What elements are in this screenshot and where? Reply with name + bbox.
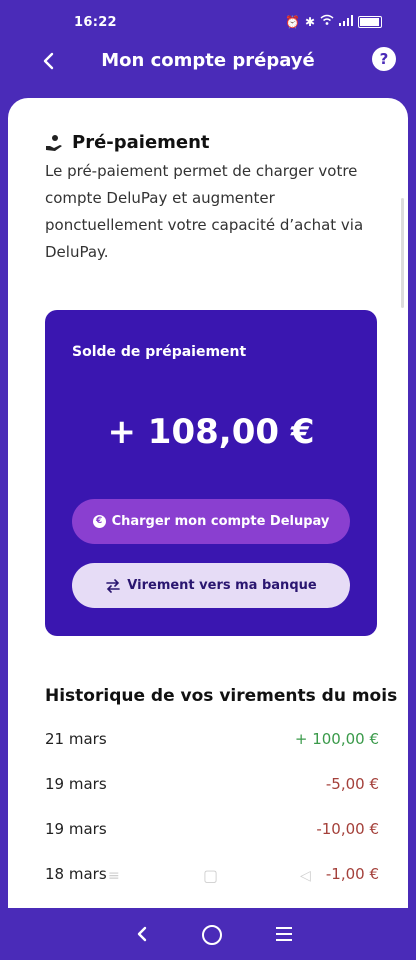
ghost-navigation-overlay: ≡ ▢ ◁ bbox=[8, 866, 408, 892]
prepayment-description: Le pré-paiement permet de charger votre … bbox=[45, 162, 364, 261]
charge-account-label: Charger mon compte Delupay bbox=[111, 514, 330, 529]
ghost-menu-icon: ≡ bbox=[108, 868, 120, 884]
status-bar: 16:22 ⏰ ✱ bbox=[0, 0, 416, 44]
history-date: 19 mars bbox=[45, 819, 107, 838]
ghost-back-icon: ◁ bbox=[300, 868, 311, 884]
history-date: 19 mars bbox=[45, 774, 107, 793]
bank-transfer-button[interactable]: Virement vers ma banque bbox=[72, 563, 350, 608]
nav-back-button[interactable] bbox=[132, 922, 152, 946]
balance-amount: + 108,00 € bbox=[107, 412, 315, 452]
history-amount: -10,00 € bbox=[316, 819, 379, 838]
history-row[interactable]: 21 mars + 100,00 € bbox=[45, 716, 379, 761]
balance-card: Solde de prépaiement + 108,00 € € Charge… bbox=[45, 310, 377, 636]
hand-coin-icon bbox=[46, 134, 62, 151]
charge-account-button[interactable]: € Charger mon compte Delupay bbox=[72, 499, 350, 544]
battery-icon bbox=[358, 15, 382, 28]
bank-transfer-label: Virement vers ma banque bbox=[127, 578, 317, 593]
history-row[interactable]: 19 mars -10,00 € bbox=[45, 806, 379, 851]
history-date: 21 mars bbox=[45, 729, 107, 748]
nav-home-button[interactable] bbox=[202, 925, 222, 945]
nav-menu-button[interactable] bbox=[276, 927, 292, 945]
page-title: Mon compte prépayé bbox=[101, 50, 315, 71]
signal-icon bbox=[339, 14, 353, 29]
ghost-home-icon: ▢ bbox=[203, 866, 219, 885]
history-row[interactable]: 19 mars -5,00 € bbox=[45, 761, 379, 806]
history-amount: + 100,00 € bbox=[294, 729, 379, 748]
content-card: Pré-paiement Le pré-paiement permet de c… bbox=[8, 98, 408, 910]
history-amount: -5,00 € bbox=[325, 774, 379, 793]
wifi-icon bbox=[320, 14, 334, 29]
transfer-arrows-icon bbox=[106, 578, 121, 593]
scrollbar[interactable] bbox=[401, 198, 404, 308]
prepayment-heading: Pré-paiement bbox=[44, 132, 210, 153]
help-button[interactable]: ? bbox=[372, 47, 396, 71]
history-title: Historique de vos virements du mois bbox=[45, 686, 398, 706]
bluetooth-icon: ✱ bbox=[304, 14, 315, 29]
balance-label: Solde de prépaiement bbox=[72, 344, 247, 360]
nav-back-icon bbox=[137, 926, 147, 942]
coin-icon: € bbox=[92, 515, 106, 528]
alarm-icon: ⏰ bbox=[284, 14, 300, 29]
system-navigation-bar bbox=[8, 908, 408, 960]
app-header: Mon compte prépayé ? bbox=[0, 40, 416, 84]
status-icons: ⏰ ✱ bbox=[285, 14, 382, 29]
prepayment-title: Pré-paiement bbox=[72, 132, 210, 153]
status-time: 16:22 bbox=[74, 15, 117, 30]
